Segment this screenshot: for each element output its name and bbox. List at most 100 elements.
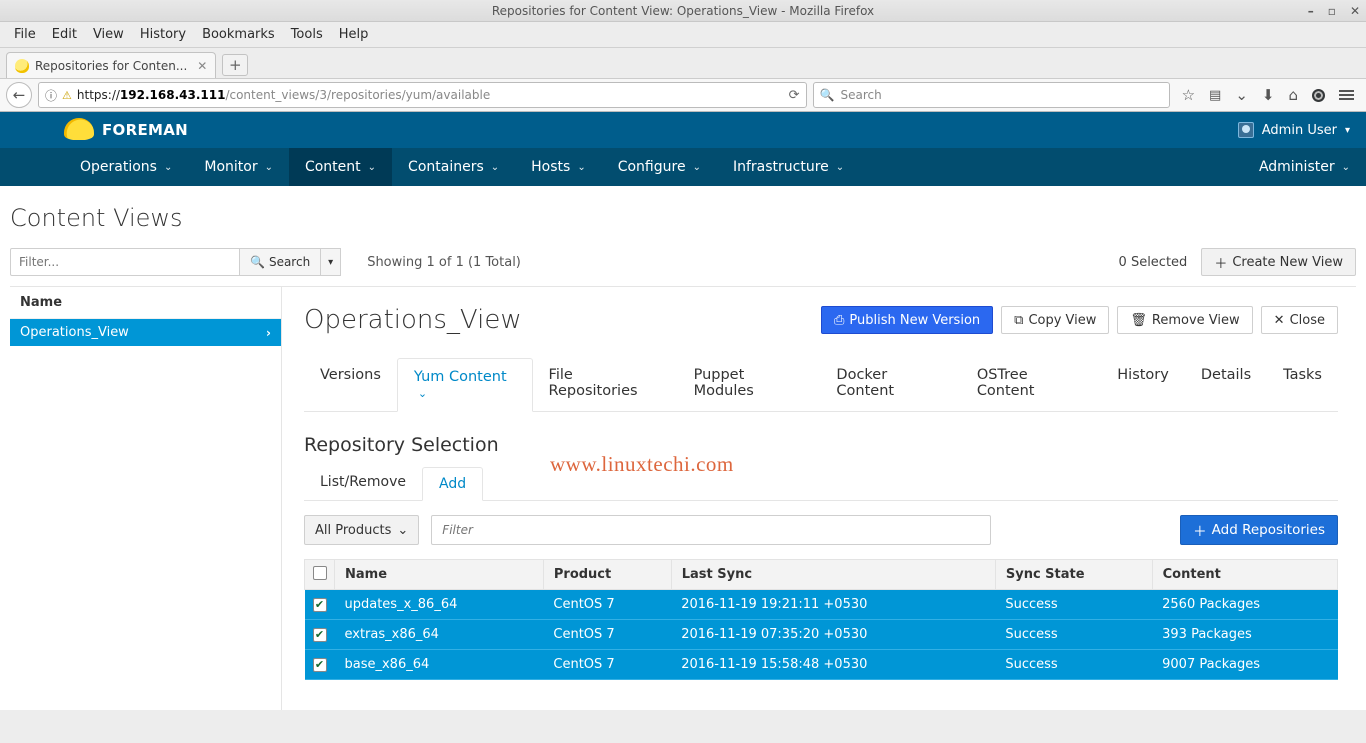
tab-tasks[interactable]: Tasks xyxy=(1267,357,1338,411)
url-host: 192.168.43.111 xyxy=(120,88,226,102)
nav-label: Monitor xyxy=(204,159,257,175)
chevron-down-icon: ⌄ xyxy=(836,162,844,173)
search-button[interactable]: 🔍Search xyxy=(240,248,321,276)
col-product[interactable]: Product xyxy=(543,560,671,590)
nav-monitor[interactable]: Monitor⌄ xyxy=(188,148,289,186)
table-row[interactable]: base_x86_64CentOS 72016-11-19 15:58:48 +… xyxy=(305,650,1338,680)
side-item-operations-view[interactable]: Operations_View › xyxy=(10,319,281,346)
close-icon: ✕ xyxy=(1274,313,1285,328)
reload-icon[interactable]: ⟳ xyxy=(789,88,800,103)
tab-details[interactable]: Details xyxy=(1185,357,1267,411)
brand-text: FOREMAN xyxy=(102,121,188,139)
cell-content: 393 Packages xyxy=(1152,620,1337,650)
add-repositories-button[interactable]: ＋ Add Repositories xyxy=(1180,515,1338,545)
browser-tab-label: Repositories for Conten... xyxy=(35,59,187,73)
chevron-down-icon: ⌄ xyxy=(693,162,701,173)
chevron-down-icon: ⌄ xyxy=(577,162,585,173)
brand[interactable]: FOREMAN xyxy=(64,119,188,141)
tab-docker-content[interactable]: Docker Content xyxy=(820,357,960,411)
col-name[interactable]: Name xyxy=(335,560,544,590)
nav-hosts[interactable]: Hosts⌄ xyxy=(515,148,602,186)
search-placeholder: Search xyxy=(841,88,882,102)
repo-filter-input[interactable] xyxy=(431,515,991,545)
remove-view-button[interactable]: 🗑Remove View xyxy=(1117,306,1252,334)
col-last-sync[interactable]: Last Sync xyxy=(671,560,995,590)
nav-administer[interactable]: Administer⌄ xyxy=(1243,148,1366,186)
nav-content[interactable]: Content ⌄ xyxy=(289,148,392,186)
cell-last-sync: 2016-11-19 19:21:11 +0530 xyxy=(671,590,995,620)
row-checkbox[interactable] xyxy=(313,658,327,672)
bookmarks-list-icon[interactable]: ▤ xyxy=(1209,88,1221,103)
col-content[interactable]: Content xyxy=(1152,560,1337,590)
menu-bookmarks[interactable]: Bookmarks xyxy=(196,25,281,44)
tab-file-repositories[interactable]: File Repositories xyxy=(533,357,678,411)
window-minimize-button[interactable]: – xyxy=(1308,4,1314,18)
subtab-list-remove[interactable]: List/Remove xyxy=(304,466,422,500)
col-sync-state[interactable]: Sync State xyxy=(995,560,1152,590)
extension-icon[interactable] xyxy=(1312,89,1325,102)
firefox-menu-icon[interactable] xyxy=(1339,90,1354,100)
product-filter-dropdown[interactable]: All Products ⌄ xyxy=(304,515,419,545)
downloads-icon[interactable]: ⬇ xyxy=(1262,86,1275,104)
cell-last-sync: 2016-11-19 15:58:48 +0530 xyxy=(671,650,995,680)
menu-help[interactable]: Help xyxy=(333,25,375,44)
table-row[interactable]: updates_x_86_64CentOS 72016-11-19 19:21:… xyxy=(305,590,1338,620)
nav-label: Content xyxy=(305,159,361,175)
nav-containers[interactable]: Containers⌄ xyxy=(392,148,515,186)
insecure-lock-icon: ⚠ xyxy=(62,89,72,102)
side-column-header: Name xyxy=(10,287,281,319)
menu-tools[interactable]: Tools xyxy=(285,25,329,44)
create-new-view-label: Create New View xyxy=(1232,255,1343,270)
pocket-icon[interactable]: ⌄ xyxy=(1235,86,1248,104)
search-bar[interactable]: 🔍 Search xyxy=(813,82,1170,108)
cell-content: 9007 Packages xyxy=(1152,650,1337,680)
window-titlebar: Repositories for Content View: Operation… xyxy=(0,0,1366,22)
filter-input[interactable] xyxy=(10,248,240,276)
new-tab-button[interactable]: + xyxy=(222,54,248,76)
nav-operations[interactable]: Operations⌄ xyxy=(64,148,188,186)
create-new-view-button[interactable]: ＋Create New View xyxy=(1201,248,1356,276)
tab-close-icon[interactable]: ✕ xyxy=(197,59,207,73)
tab-versions[interactable]: Versions xyxy=(304,357,397,411)
row-checkbox[interactable] xyxy=(313,598,327,612)
select-all-checkbox[interactable] xyxy=(313,566,327,580)
subtab-add[interactable]: Add xyxy=(422,467,483,501)
menu-view[interactable]: View xyxy=(87,25,130,44)
url-bar[interactable]: ⓘ ⚠ https://192.168.43.111/content_views… xyxy=(38,82,807,108)
result-count: Showing 1 of 1 (1 Total) xyxy=(367,255,521,270)
table-row[interactable]: extras_x86_64CentOS 72016-11-19 07:35:20… xyxy=(305,620,1338,650)
close-button[interactable]: ✕ Close xyxy=(1261,306,1338,334)
home-icon[interactable]: ⌂ xyxy=(1288,86,1298,104)
publish-new-version-button[interactable]: ⎙ Publish New Version xyxy=(821,306,993,334)
tab-puppet-modules[interactable]: Puppet Modules xyxy=(678,357,821,411)
menu-file[interactable]: File xyxy=(8,25,42,44)
browser-tab-active[interactable]: Repositories for Conten... ✕ xyxy=(6,52,216,78)
url-path: /content_views/3/repositories/yum/availa… xyxy=(225,88,490,102)
nav-configure[interactable]: Configure⌄ xyxy=(602,148,717,186)
selected-count: 0 Selected xyxy=(1119,255,1188,270)
menu-edit[interactable]: Edit xyxy=(46,25,83,44)
nav-infrastructure[interactable]: Infrastructure⌄ xyxy=(717,148,860,186)
tab-ostree-content[interactable]: OSTree Content xyxy=(961,357,1101,411)
window-maximize-button[interactable]: ▫ xyxy=(1328,4,1336,18)
repositories-table: Name Product Last Sync Sync State Conten… xyxy=(304,559,1338,680)
app-topbar: FOREMAN Admin User ▾ xyxy=(0,112,1366,148)
tab-history[interactable]: History xyxy=(1101,357,1185,411)
browser-navbar: ← ⓘ ⚠ https://192.168.43.111/content_vie… xyxy=(0,78,1366,112)
bookmark-star-icon[interactable]: ☆ xyxy=(1182,86,1195,104)
content-view-title: Operations_View xyxy=(304,305,813,335)
copy-view-button[interactable]: ⧉Copy View xyxy=(1001,306,1109,334)
row-checkbox[interactable] xyxy=(313,628,327,642)
cell-content: 2560 Packages xyxy=(1152,590,1337,620)
menu-history[interactable]: History xyxy=(134,25,192,44)
page-title: Content Views xyxy=(10,204,1356,232)
user-menu[interactable]: Admin User ▾ xyxy=(1238,122,1350,138)
close-label: Close xyxy=(1290,313,1325,328)
chevron-down-icon: ⌄ xyxy=(397,523,408,538)
site-identity-icon[interactable]: ⓘ xyxy=(45,87,57,104)
chevron-down-icon: ⌄ xyxy=(368,162,376,173)
window-close-button[interactable]: ✕ xyxy=(1350,4,1360,18)
back-button[interactable]: ← xyxy=(6,82,32,108)
tab-yum-content[interactable]: Yum Content⌄ xyxy=(397,358,533,412)
search-options-toggle[interactable]: ▾ xyxy=(321,248,341,276)
